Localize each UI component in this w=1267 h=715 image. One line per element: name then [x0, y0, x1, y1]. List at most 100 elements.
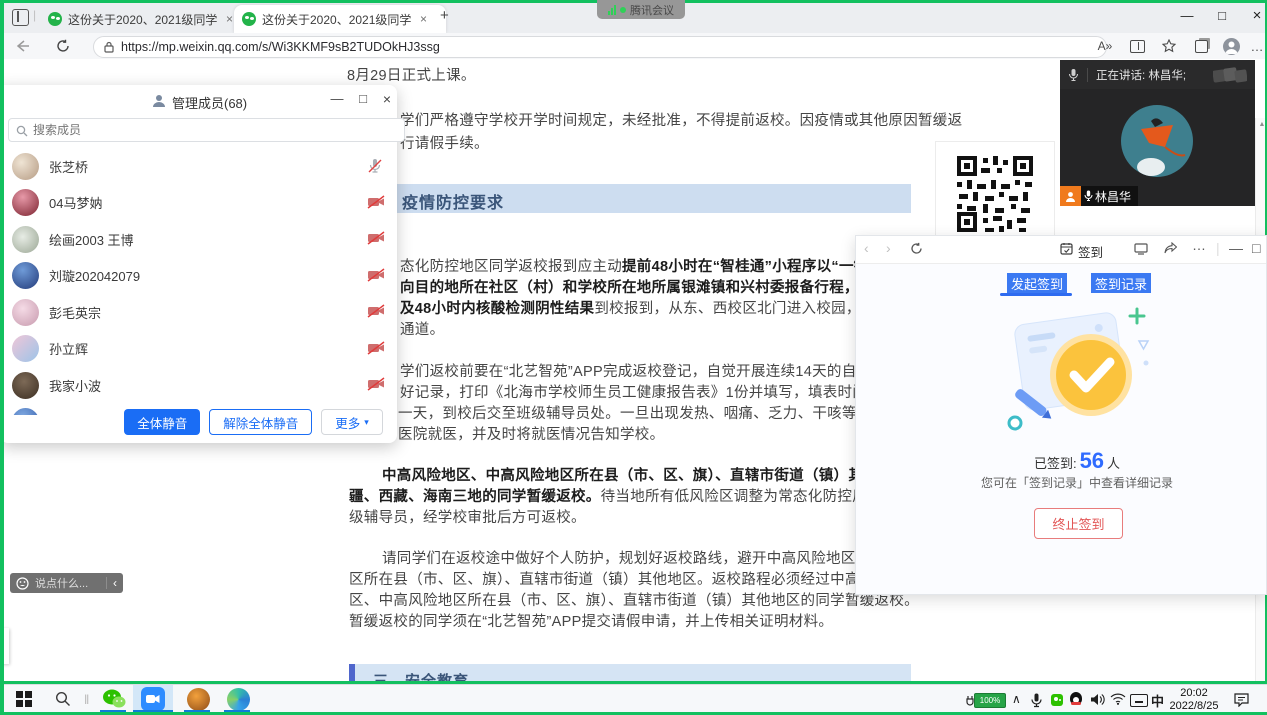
- chat-input-pill[interactable]: 说点什么... ‹: [10, 573, 123, 593]
- member-row[interactable]: 绘画2003 王博: [0, 221, 397, 258]
- ime-indicator[interactable]: 中: [1151, 691, 1164, 710]
- tray-wechat-icon[interactable]: [1051, 694, 1063, 706]
- article-line: 态化防控地区同学返校报到应主动提前48小时在“智桂通”小程序以“一键: [400, 255, 869, 276]
- new-tab-button[interactable]: +: [440, 7, 449, 24]
- video-tile[interactable]: 林昌华: [1060, 89, 1255, 206]
- signin-illustration: [1003, 303, 1153, 443]
- avatar: [12, 262, 39, 289]
- panel-maximize-button[interactable]: □: [1252, 240, 1260, 256]
- forward-icon[interactable]: ›: [886, 240, 891, 256]
- meeting-floating-bar[interactable]: 腾讯会议: [597, 0, 685, 19]
- refresh-icon[interactable]: [910, 242, 923, 255]
- browser-tab-1[interactable]: 这份关于2020、2021级同学开学 ×: [40, 5, 246, 33]
- divider: [1087, 68, 1088, 82]
- tab-signin-records[interactable]: 签到记录: [1091, 273, 1151, 293]
- taskbar-app-orange[interactable]: [182, 685, 214, 713]
- profile-avatar[interactable]: [1220, 36, 1242, 56]
- more-icon[interactable]: …: [1192, 237, 1206, 253]
- action-center-icon[interactable]: [1234, 693, 1249, 707]
- tab-actions-icon[interactable]: [12, 9, 29, 26]
- mic-off-icon[interactable]: [367, 158, 385, 174]
- member-list: 张芝桥 04马梦妠 绘画2003 王博: [0, 148, 397, 415]
- section-banner-safety: 三、安全教育: [349, 664, 911, 682]
- article-line: 请同学们在返校途中做好个人防护，规划好返校路线，避开中高风险地区、中高: [382, 547, 900, 568]
- article-line: 向目的地所在社区（村）和学校所在地所属银滩镇和兴村委报备行程，持健康: [400, 276, 903, 297]
- refresh-icon[interactable]: [52, 36, 74, 56]
- window-maximize-button[interactable]: □: [1207, 4, 1237, 28]
- chat-placeholder[interactable]: 说点什么...: [35, 575, 100, 591]
- signal-bars-icon: [608, 5, 616, 15]
- camera-off-icon[interactable]: [367, 195, 385, 211]
- read-aloud-icon[interactable]: A»: [1094, 36, 1116, 56]
- camera-off-icon[interactable]: [367, 268, 385, 284]
- taskbar-edge[interactable]: [222, 685, 254, 713]
- camera-off-icon[interactable]: [367, 377, 385, 393]
- member-row[interactable]: 彭毛英宗: [0, 294, 397, 331]
- avatar: [12, 299, 39, 326]
- speaker-mic-icon: [1068, 68, 1079, 82]
- avatar: [12, 153, 39, 180]
- section-banner-epidemic: 疫情防控要求: [349, 184, 911, 213]
- member-icon: [152, 94, 166, 107]
- member-row[interactable]: 刘璇202042079: [0, 258, 397, 295]
- camera-off-icon[interactable]: [367, 341, 385, 357]
- tab-start-signin[interactable]: 发起签到: [1007, 273, 1067, 293]
- taskbar-divider: ‖: [84, 692, 89, 707]
- share-border-left: [0, 0, 4, 715]
- favorites-star-icon[interactable]: [1158, 36, 1180, 56]
- collections-icon[interactable]: [1190, 36, 1212, 56]
- caret-down-icon: ▾: [364, 417, 369, 428]
- emoji-icon[interactable]: [16, 577, 29, 590]
- layout-grid-icon[interactable]: [1213, 67, 1247, 83]
- collapse-chat-icon[interactable]: ‹: [113, 576, 117, 590]
- mic-on-icon: [1084, 190, 1093, 202]
- more-button[interactable]: 更多▾: [321, 409, 383, 435]
- panel-maximize-button[interactable]: □: [352, 91, 374, 106]
- plug-icon: [966, 695, 974, 707]
- member-row[interactable]: 孙立辉: [0, 331, 397, 368]
- panel-minimize-button[interactable]: —: [1229, 240, 1243, 256]
- signin-calendar-icon: [1060, 242, 1073, 255]
- battery-indicator[interactable]: 100%: [966, 693, 1006, 708]
- camera-off-icon[interactable]: [367, 231, 385, 247]
- tray-mic-icon[interactable]: [1031, 693, 1042, 708]
- taskbar-meeting-active[interactable]: [133, 685, 173, 713]
- window-minimize-button[interactable]: —: [1172, 4, 1202, 28]
- back-icon[interactable]: [12, 36, 34, 56]
- avatar: [12, 335, 39, 362]
- host-icon: [1060, 186, 1081, 206]
- member-manager-titlebar[interactable]: 管理成员(68) — □ ×: [0, 85, 397, 115]
- search-input[interactable]: [8, 118, 405, 142]
- participant-name-tag: 林昌华: [1060, 186, 1138, 206]
- member-footer: 全体静音 解除全体静音 更多▾: [0, 401, 397, 443]
- tab-close-icon[interactable]: ×: [226, 12, 233, 26]
- window-close-button[interactable]: ×: [1242, 4, 1267, 28]
- panel-close-button[interactable]: ×: [376, 91, 398, 107]
- taskbar-search-button[interactable]: [46, 685, 80, 713]
- settings-more-icon[interactable]: …: [1246, 36, 1267, 56]
- browser-tab-2-active[interactable]: 这份关于2020、2021级同学开学 ×: [234, 5, 446, 33]
- member-row[interactable]: 04马梦妠: [0, 185, 397, 222]
- member-row[interactable]: 张芝桥: [0, 148, 397, 185]
- taskbar-clock[interactable]: 20:02 2022/8/25: [1168, 687, 1220, 713]
- tray-qq-icon[interactable]: [1070, 692, 1083, 707]
- start-button[interactable]: [6, 685, 42, 713]
- mute-all-button[interactable]: 全体静音: [124, 409, 200, 435]
- screen-share-icon[interactable]: [1134, 243, 1148, 255]
- back-icon[interactable]: ‹: [864, 240, 869, 256]
- tray-keyboard-icon[interactable]: [1130, 694, 1148, 707]
- tray-volume-icon[interactable]: [1090, 693, 1105, 706]
- unmute-all-button[interactable]: 解除全体静音: [209, 409, 312, 435]
- panel-minimize-button[interactable]: —: [326, 91, 348, 106]
- tray-expand-icon[interactable]: ∧: [1012, 692, 1021, 706]
- split-screen-icon[interactable]: [1126, 36, 1148, 56]
- stop-signin-button[interactable]: 终止签到: [1034, 508, 1123, 539]
- camera-off-icon[interactable]: [367, 304, 385, 320]
- address-bar[interactable]: https://mp.weixin.qq.com/s/Wi3KKMF9sB2TU…: [93, 36, 1107, 58]
- share-forward-icon[interactable]: [1164, 242, 1177, 255]
- member-row[interactable]: 我家小波: [0, 367, 397, 404]
- taskbar-wechat[interactable]: [98, 685, 130, 713]
- meeting-video-window[interactable]: 正在讲话: 林昌华;: [1060, 60, 1255, 206]
- tray-wifi-icon[interactable]: [1110, 693, 1126, 705]
- tab-close-icon[interactable]: ×: [420, 12, 427, 26]
